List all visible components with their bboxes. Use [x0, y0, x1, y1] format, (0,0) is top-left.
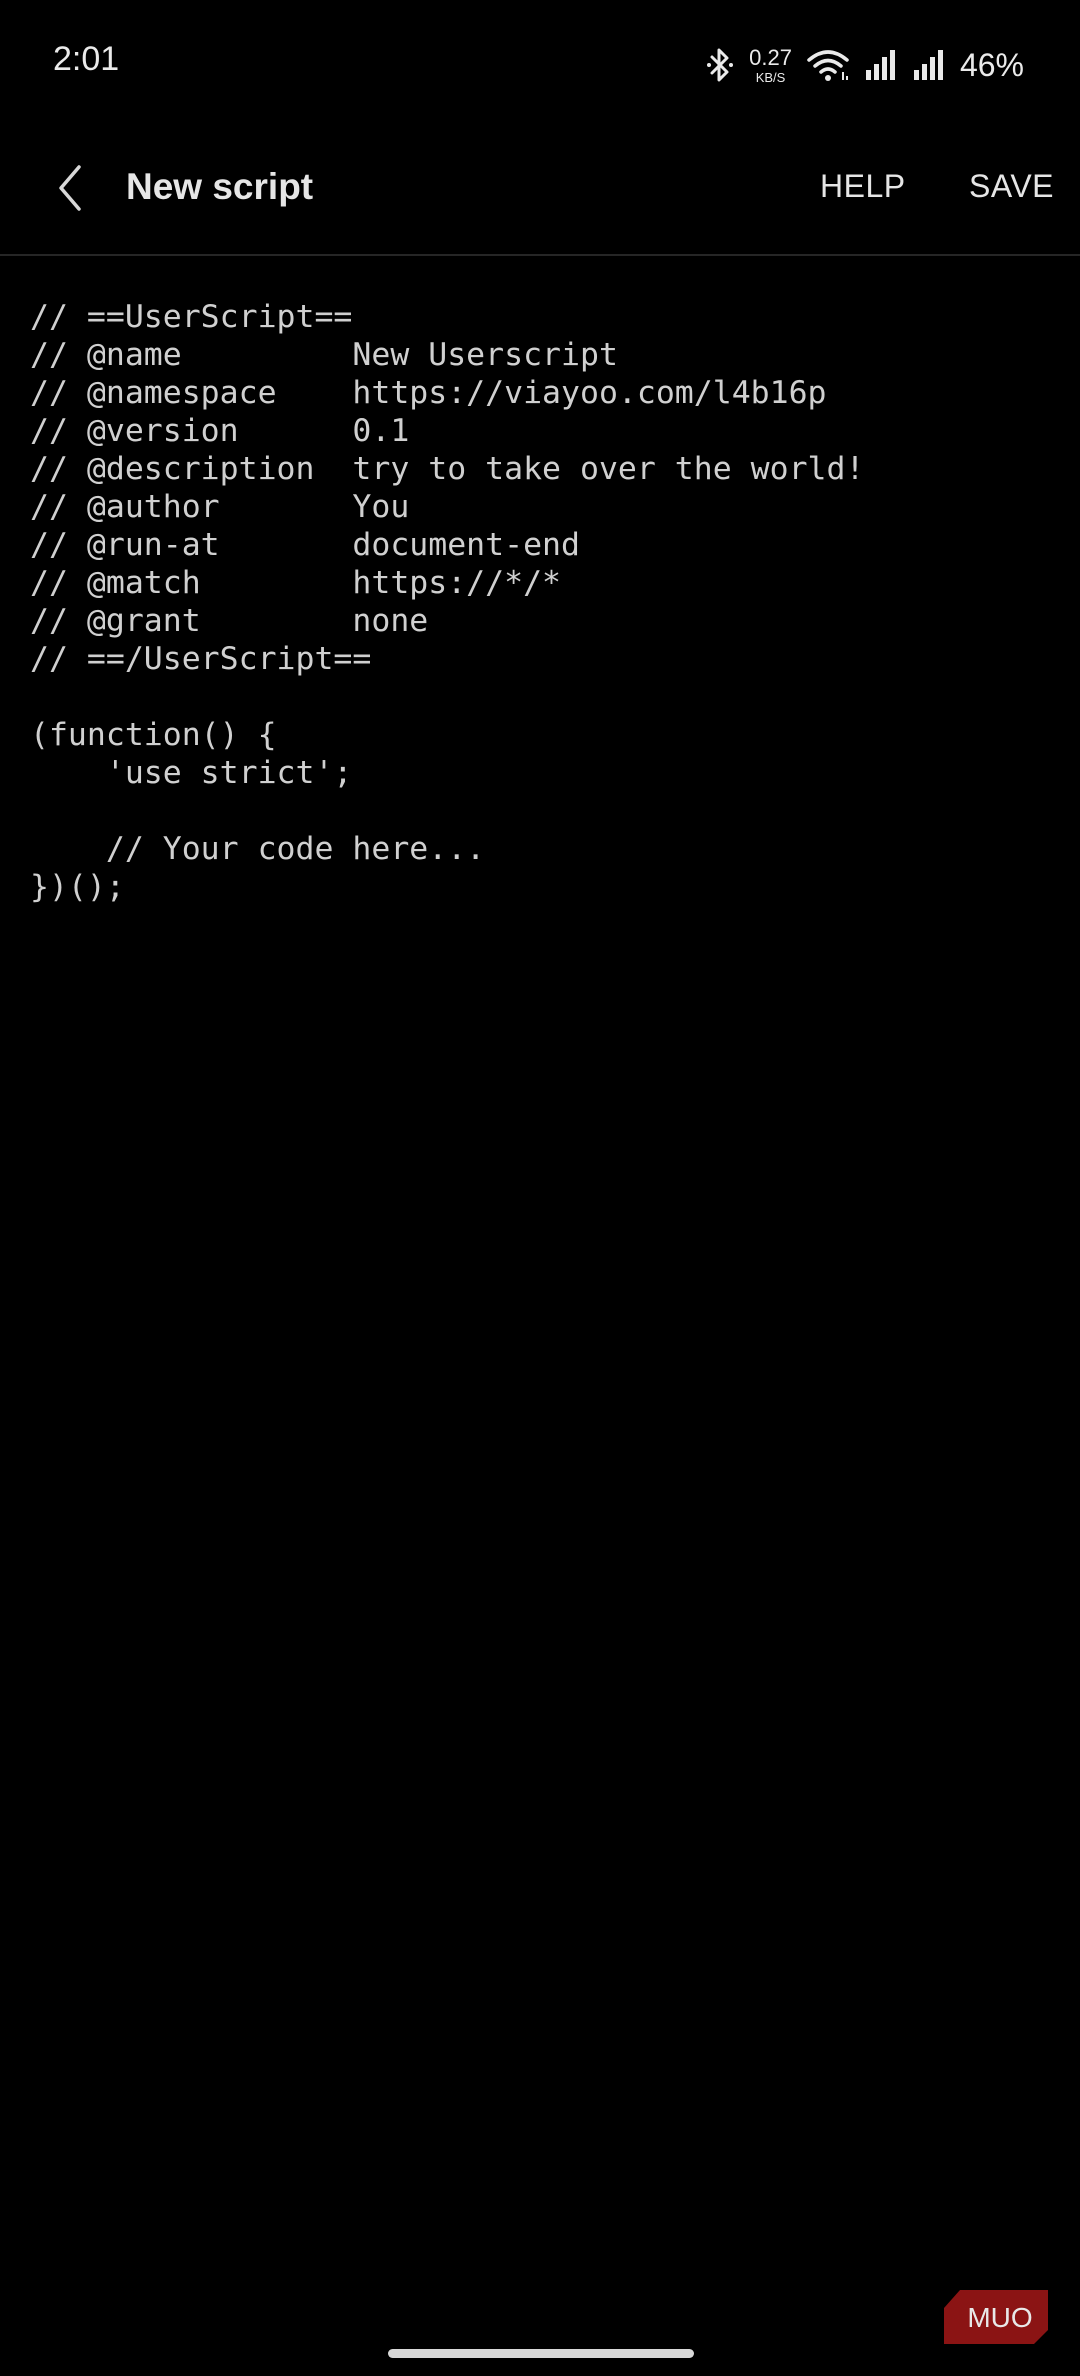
network-speed-value: 0.27 [749, 44, 792, 70]
status-time: 2:01 [53, 40, 120, 78]
script-editor[interactable]: // ==UserScript== // @name New Userscrip… [30, 298, 1050, 906]
help-button[interactable]: HELP [820, 168, 906, 205]
save-button[interactable]: SAVE [969, 168, 1054, 205]
cell-signal-icon [864, 48, 898, 82]
watermark-text: MUO [967, 2302, 1032, 2333]
cell-signal-icon [912, 48, 946, 82]
bluetooth-icon [705, 47, 735, 83]
network-speed: 0.27 KB/S [749, 44, 792, 85]
chevron-left-icon [55, 163, 85, 218]
muo-watermark-logo: MUO [944, 2290, 1048, 2344]
home-gesture-bar[interactable] [388, 2349, 694, 2358]
page-title: New script [126, 166, 314, 207]
status-icons: 0.27 KB/S 46% [705, 40, 1024, 90]
app-bar: New script HELP SAVE [0, 128, 1080, 256]
battery-level: 46% [959, 46, 1024, 83]
back-button[interactable] [38, 158, 102, 222]
status-bar: 2:01 0.27 KB/S 46% [0, 0, 1080, 128]
network-speed-unit: KB/S [755, 69, 786, 85]
wifi-icon [806, 48, 850, 82]
